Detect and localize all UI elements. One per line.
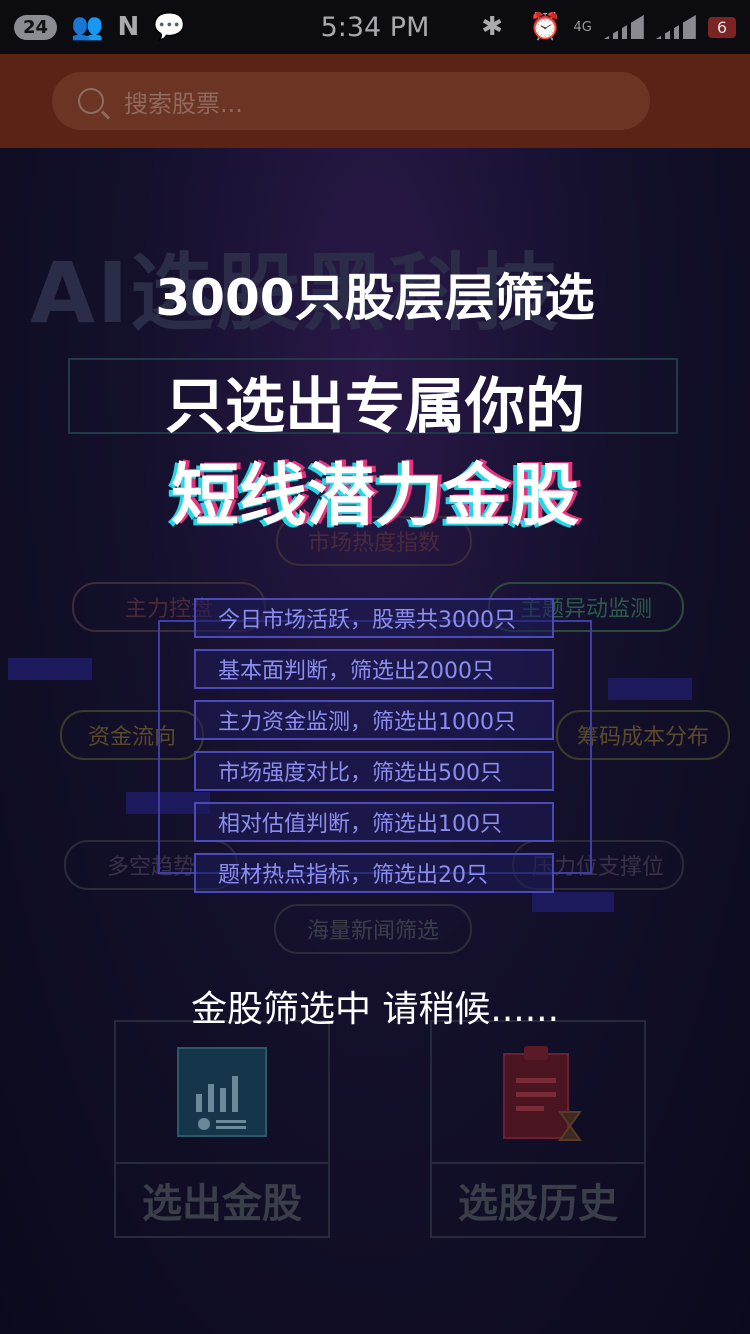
search-bar[interactable]: 搜索股票... [52,72,650,130]
n-app-icon: N [117,12,140,42]
signal-icon [603,15,644,39]
headline-line1: 3000只股层层筛选 [155,269,595,327]
contacts-icon: 👥 [71,12,104,42]
filter-step: 市场强度对比，筛选出500只 [194,751,554,791]
alarm-icon: ⏰ [529,12,562,42]
search-icon [78,88,104,114]
deco-bar [8,658,92,680]
deco-bar [532,892,614,912]
network-type: 4G [573,19,592,35]
filter-step: 主力资金监测，筛选出1000只 [194,700,554,740]
bluetooth-icon: ✱ [481,12,504,42]
filter-step: 基本面判断，筛选出2000只 [194,649,554,689]
search-placeholder: 搜索股票... [124,89,243,118]
signal-icon-2 [655,15,696,39]
status-bar: 24 👥 N 💬 5:34 PM ✱ ⏰ 4G 6 [0,0,750,54]
chat-bubble-icon: 💬 [153,12,186,42]
tile-pick-stocks[interactable]: 选出金股 [114,1020,330,1238]
tile-label-pick: 选出金股 [116,1162,328,1236]
filter-step: 相对估值判断，筛选出100只 [194,802,554,842]
filter-step: 今日市场活跃，股票共3000只 [194,598,554,638]
headline-line3: 短线潜力金股 [170,457,579,536]
tile-history[interactable]: 选股历史 [430,1020,646,1238]
chip-news-filter: 海量新闻筛选 [274,904,472,954]
tile-label-history: 选股历史 [432,1162,644,1236]
deco-bar [608,678,692,700]
app-header: 搜索股票... [0,54,750,148]
filter-step: 题材热点指标，筛选出20只 [194,853,554,893]
headline-line2: 只选出专属你的 [165,372,585,442]
battery-indicator: 6 [707,16,736,38]
chart-report-icon [177,1047,267,1137]
notification-count-badge: 24 [14,14,58,40]
loading-message: 金股筛选中 请稍候...... [190,989,560,1030]
clipboard-hourglass-icon [503,1046,582,1141]
